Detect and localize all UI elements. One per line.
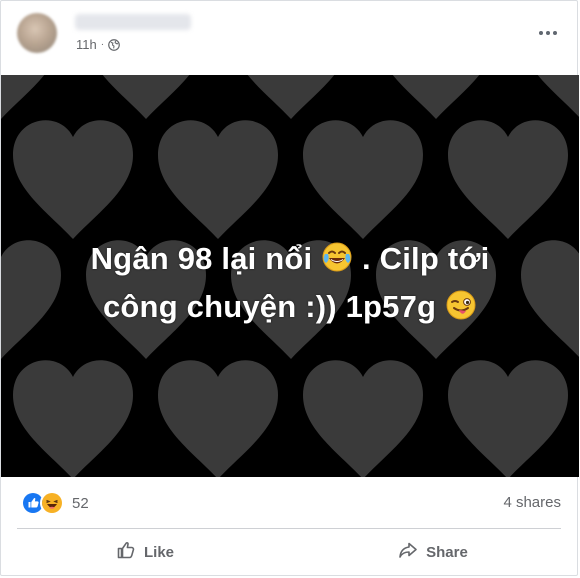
reaction-count[interactable]: 52 [72, 495, 89, 512]
facebook-post-card: 11h · Ngân 98 lại nổi . Cilp tới công ch… [0, 0, 579, 576]
author-name-blurred[interactable] [75, 14, 191, 30]
shares-count[interactable]: 4 shares [503, 494, 561, 511]
post-stats: 52 4 shares [1, 477, 577, 527]
post-meta: 11h · [76, 37, 120, 52]
reactions-summary[interactable]: 52 [21, 491, 89, 515]
caption-line-1: Ngân 98 lại nổi . Cilp tới [1, 235, 579, 283]
globe-icon[interactable] [108, 38, 120, 51]
image-caption: Ngân 98 lại nổi . Cilp tới công chuyện:… [1, 235, 579, 331]
post-header: 11h · [1, 1, 577, 75]
avatar[interactable] [17, 13, 57, 53]
caption-line-2-text: công chuyện :)) 1p57g [102, 289, 437, 324]
caption-line-2: công chuyện :)) 1p57g [1, 283, 579, 331]
face-with-tears-of-joy-icon [321, 239, 353, 272]
like-label: Like [143, 543, 174, 561]
like-button[interactable]: Like [1, 529, 289, 575]
haha-reaction-icon [40, 491, 64, 515]
caption-line-1-text-b: . Cilp tới [362, 241, 490, 276]
post-actions: Like Share [1, 529, 577, 575]
share-button[interactable]: Share [289, 529, 577, 575]
share-arrow-icon [398, 540, 418, 564]
winking-face-with-tongue-icon [445, 287, 477, 320]
share-label: Share [426, 543, 468, 561]
meta-separator: · [100, 39, 105, 50]
caption-line-1-text-a: Ngân 98 lại nổi [90, 241, 313, 276]
more-options-icon[interactable] [535, 23, 561, 43]
post-image[interactable]: Ngân 98 lại nổi . Cilp tới công chuyện:… [1, 75, 579, 477]
thumbs-up-icon [116, 540, 136, 564]
post-time[interactable]: 11h [76, 37, 97, 52]
